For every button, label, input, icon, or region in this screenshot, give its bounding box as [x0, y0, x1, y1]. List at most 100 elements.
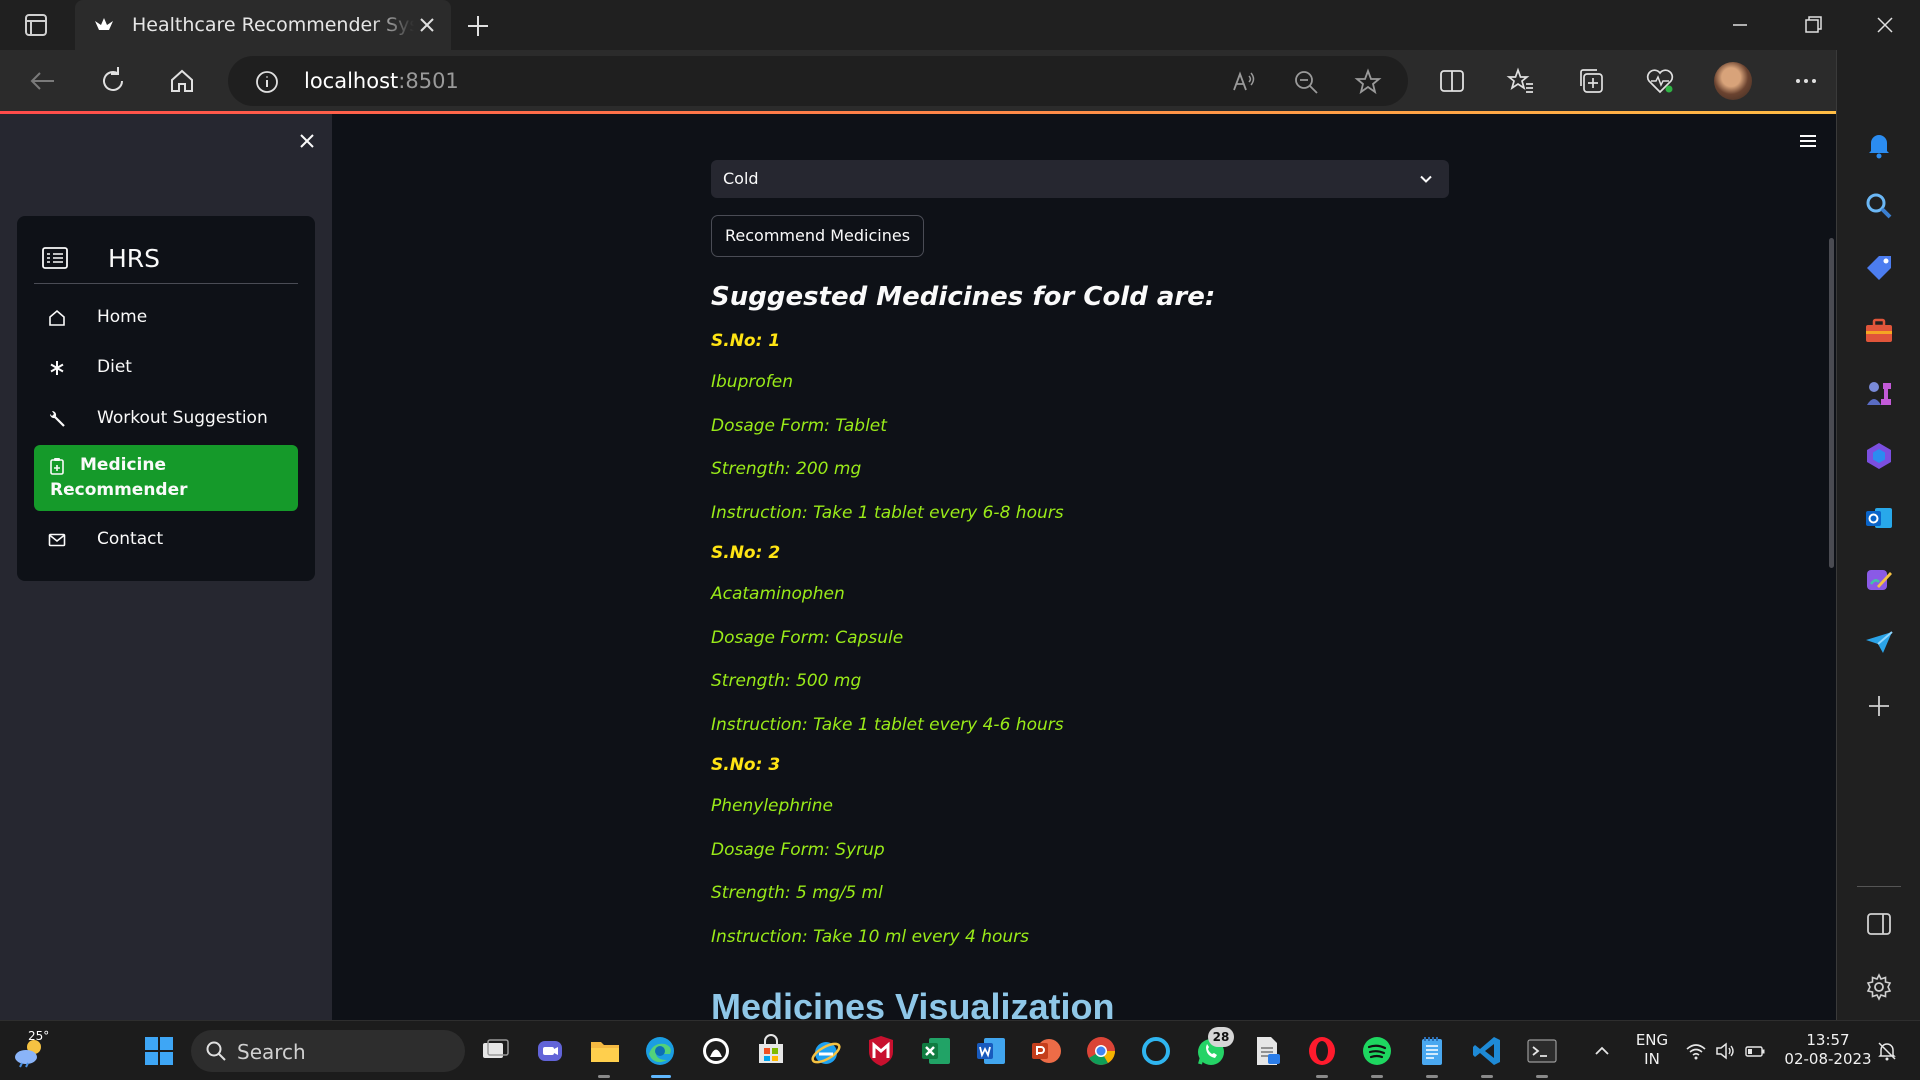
browser-essentials-icon[interactable] — [1645, 66, 1675, 96]
split-screen-icon[interactable] — [1437, 66, 1467, 96]
profile-avatar[interactable] — [1714, 62, 1752, 100]
favorites-icon[interactable] — [1506, 66, 1536, 96]
medicine-strength: Strength: 500 mg — [711, 671, 862, 691]
card-list-icon — [42, 247, 68, 269]
refresh-icon[interactable] — [96, 64, 130, 98]
disease-select[interactable]: Cold — [711, 160, 1449, 198]
teams-chat-icon[interactable] — [533, 1034, 567, 1068]
sidebar-item-home[interactable]: Home — [34, 296, 298, 340]
windows-taskbar: 25° Search 28 ENG IN 13:57 02-08-2023 — [0, 1020, 1920, 1080]
scrollbar-thumb[interactable] — [1829, 238, 1834, 568]
medicine-instruction: Instruction: Take 1 tablet every 6-8 hou… — [711, 503, 1064, 523]
sidebar-item-medicine-recommender[interactable]: Medicine Recommender — [34, 445, 298, 511]
region-code: IN — [1644, 1050, 1660, 1068]
search-sidebar-icon[interactable] — [1863, 190, 1895, 222]
restore-icon[interactable] — [1800, 12, 1826, 38]
language-indicator[interactable]: ENG IN — [1634, 1031, 1670, 1069]
active-indicator — [651, 1075, 671, 1078]
designer-icon[interactable] — [1863, 564, 1895, 596]
spotify-icon[interactable] — [1360, 1034, 1394, 1068]
medicine-sno: S.No: 1 — [711, 331, 781, 351]
chrome-icon[interactable] — [1084, 1034, 1118, 1068]
notepad-document-icon[interactable] — [1250, 1034, 1284, 1068]
sidebar-settings-gear-icon[interactable] — [1863, 971, 1895, 1003]
whatsapp-unread-badge: 28 — [1208, 1027, 1234, 1047]
battery-icon[interactable] — [1744, 1040, 1766, 1062]
tab-actions-icon[interactable] — [18, 10, 54, 40]
back-icon[interactable] — [26, 64, 60, 98]
github-desktop-icon[interactable] — [699, 1034, 733, 1068]
collections-icon[interactable] — [1576, 66, 1606, 96]
notification-bell-off-icon[interactable] — [1876, 1040, 1898, 1062]
running-indicator — [1481, 1075, 1493, 1078]
sidebar-item-contact[interactable]: Contact — [34, 518, 298, 562]
results-heading: Suggested Medicines for Cold are: — [711, 282, 1216, 312]
tools-briefcase-icon[interactable] — [1863, 315, 1895, 347]
clock[interactable]: 13:57 02-08-2023 — [1782, 1031, 1874, 1069]
address-bar[interactable]: localhost:8501 — [228, 56, 1408, 106]
mcafee-icon[interactable] — [864, 1034, 898, 1068]
powerpoint-icon[interactable] — [1029, 1034, 1063, 1068]
search-icon — [206, 1041, 226, 1061]
medicine-name: Ibuprofen — [711, 372, 793, 392]
medicine-name: Acataminophen — [711, 584, 845, 604]
favorite-star-icon[interactable] — [1354, 68, 1382, 96]
excel-icon[interactable] — [919, 1034, 953, 1068]
close-sidebar-icon[interactable] — [296, 130, 318, 152]
zoom-out-icon[interactable] — [1292, 68, 1320, 96]
windows-start-icon[interactable] — [144, 1036, 174, 1066]
notepad-icon[interactable] — [1415, 1034, 1449, 1068]
minimize-icon[interactable] — [1727, 12, 1753, 38]
terminal-icon[interactable] — [1525, 1034, 1559, 1068]
volume-icon[interactable] — [1714, 1040, 1736, 1062]
site-info-icon[interactable] — [254, 69, 280, 95]
medicine-instruction: Instruction: Take 1 tablet every 4-6 hou… — [711, 715, 1064, 735]
more-options-icon[interactable] — [1791, 66, 1821, 96]
search-label: Search — [237, 1040, 306, 1064]
sidebar-item-label: Workout Suggestion — [97, 408, 268, 428]
wifi-icon[interactable] — [1685, 1040, 1707, 1062]
medicine-instruction: Instruction: Take 10 ml every 4 hours — [711, 927, 1030, 947]
opera-icon[interactable] — [1305, 1034, 1339, 1068]
sidebar-item-workout[interactable]: Workout Suggestion — [34, 397, 298, 441]
sidebar-item-label: Diet — [97, 357, 132, 377]
running-indicator — [598, 1075, 610, 1078]
cortana-icon[interactable] — [1139, 1034, 1173, 1068]
sidebar-item-diet[interactable]: Diet — [34, 346, 298, 390]
url-text[interactable]: localhost:8501 — [304, 69, 459, 93]
internet-explorer-icon[interactable] — [809, 1034, 843, 1068]
outlook-icon[interactable] — [1863, 502, 1895, 534]
add-sidebar-app-icon[interactable] — [1863, 690, 1895, 722]
show-hidden-icons-chevron-up-icon[interactable] — [1591, 1040, 1613, 1062]
language-code: ENG — [1635, 1031, 1669, 1049]
file-explorer-icon[interactable] — [588, 1034, 622, 1068]
main-menu-icon[interactable] — [1797, 130, 1819, 152]
medicine-dosage-form: Dosage Form: Capsule — [711, 628, 904, 648]
shopping-tag-icon[interactable] — [1863, 252, 1895, 284]
hide-sidebar-icon[interactable] — [1863, 908, 1895, 940]
task-view-icon[interactable] — [478, 1034, 512, 1068]
recommend-medicines-button[interactable]: Recommend Medicines — [711, 215, 925, 257]
menu-title: HRS — [108, 244, 161, 273]
sidebar-item-label: Contact — [97, 529, 164, 549]
notifications-bell-icon[interactable] — [1863, 129, 1895, 161]
chevron-down-icon — [1420, 175, 1432, 183]
read-aloud-icon[interactable] — [1230, 68, 1258, 96]
home-browser-icon[interactable] — [165, 64, 199, 98]
edge-sidebar-divider — [1857, 886, 1901, 887]
medicine-dosage-form: Dosage Form: Syrup — [711, 840, 885, 860]
weather-temperature: 25° — [28, 1029, 50, 1043]
microsoft-store-icon[interactable] — [754, 1034, 788, 1068]
new-tab-icon[interactable] — [463, 11, 493, 41]
sidebar-item-label: Medicine Recommender — [50, 455, 188, 500]
edge-browser-icon[interactable] — [643, 1034, 677, 1068]
microsoft-365-icon[interactable] — [1863, 440, 1895, 472]
word-icon[interactable] — [974, 1034, 1008, 1068]
taskbar-search[interactable]: Search — [191, 1030, 465, 1072]
send-telegram-icon[interactable] — [1863, 626, 1895, 658]
close-window-icon[interactable] — [1872, 12, 1898, 38]
games-icon[interactable] — [1863, 377, 1895, 409]
vscode-icon[interactable] — [1470, 1034, 1504, 1068]
browser-tab[interactable]: Healthcare Recommender System — [75, 0, 451, 50]
close-tab-icon[interactable] — [415, 13, 439, 37]
